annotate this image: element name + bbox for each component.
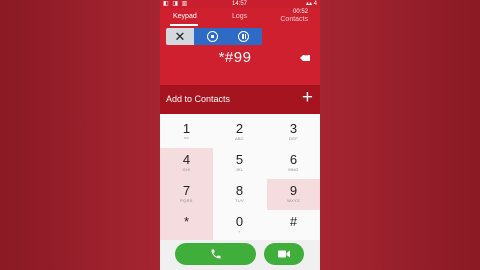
keypad: 1 ᴼᴼ 2 ABC 3 DEF 4 GHI 5 JKL 6 MNO 7 PQR… [160, 114, 320, 241]
tab-logs[interactable]: Logs [232, 13, 247, 20]
dial-display: ✕ *#99 [160, 27, 320, 85]
stop-icon[interactable] [207, 31, 218, 42]
key-digit: 1 [182, 121, 191, 136]
key-digit: 5 [235, 152, 244, 167]
key-digit: 6 [289, 152, 298, 167]
close-icon[interactable]: ✕ [166, 28, 194, 45]
video-camera-icon [278, 250, 290, 258]
key-letters: PQRS [180, 198, 193, 203]
key-letters: JKL [235, 167, 244, 172]
key-digit: * [183, 214, 190, 229]
status-bar: ◧ ◨ ▥ 14:57 ▴▴ 4 [160, 0, 320, 8]
key-5[interactable]: 5 JKL [213, 148, 266, 179]
key-letters: + [238, 229, 241, 234]
key-digit: # [289, 214, 298, 229]
key-letters: WXYZ [287, 198, 300, 203]
tab-bar: Keypad Logs 00:52 Contacts [160, 8, 320, 27]
key-letters: ABC [234, 136, 245, 141]
active-tab-indicator [170, 24, 198, 26]
status-icons-left: ◧ ◨ ▥ [163, 1, 189, 7]
tab-keypad[interactable]: Keypad [173, 13, 197, 20]
key-7[interactable]: 7 PQRS [160, 179, 213, 210]
key-2[interactable]: 2 ABC [213, 117, 266, 148]
phone-screen: ◧ ◨ ▥ 14:57 ▴▴ 4 Keypad Logs 00:52 Conta… [160, 0, 320, 270]
recorder-bar: ✕ [166, 28, 262, 45]
voicemail-icon: ᴼᴼ [184, 136, 189, 141]
status-time: 14:57 [232, 1, 248, 7]
add-to-contacts-label: Add to Contacts [166, 94, 231, 104]
pause-icon[interactable] [238, 31, 249, 42]
key-digit: 9 [289, 183, 298, 198]
key-digit: 2 [235, 121, 244, 136]
dialed-number: *#99 [218, 49, 252, 66]
key-star[interactable]: * [160, 210, 213, 241]
key-1[interactable]: 1 ᴼᴼ [160, 117, 213, 148]
key-3[interactable]: 3 DEF [267, 117, 320, 148]
key-8[interactable]: 8 TUV [213, 179, 266, 210]
phone-icon [211, 249, 220, 259]
key-digit: 4 [182, 152, 191, 167]
video-call-button[interactable] [264, 243, 304, 265]
key-hash[interactable]: # [267, 210, 320, 241]
key-6[interactable]: 6 MNO [267, 148, 320, 179]
tab-contacts[interactable]: Contacts [280, 16, 308, 23]
background-right [320, 0, 480, 270]
key-letters: DEF [289, 136, 298, 141]
key-letters: TUV [235, 198, 244, 203]
background-left [0, 0, 160, 270]
key-digit: 8 [235, 183, 244, 198]
key-digit: 0 [235, 214, 244, 229]
key-digit: 7 [182, 183, 191, 198]
key-9[interactable]: 9 WXYZ [267, 179, 320, 210]
plus-icon[interactable]: + [302, 88, 313, 108]
key-4[interactable]: 4 GHI [160, 148, 213, 179]
key-letters: GHI [182, 167, 191, 172]
key-letters: MNO [288, 167, 299, 172]
voice-call-button[interactable] [175, 243, 256, 265]
call-timer: 00:52 [292, 9, 308, 15]
add-to-contacts-bar[interactable]: Add to Contacts + [160, 85, 320, 114]
key-0[interactable]: 0 + [213, 210, 266, 241]
call-actions [160, 240, 320, 270]
key-digit: 3 [289, 121, 298, 136]
status-icons-right: ▴▴ 4 [305, 1, 317, 7]
